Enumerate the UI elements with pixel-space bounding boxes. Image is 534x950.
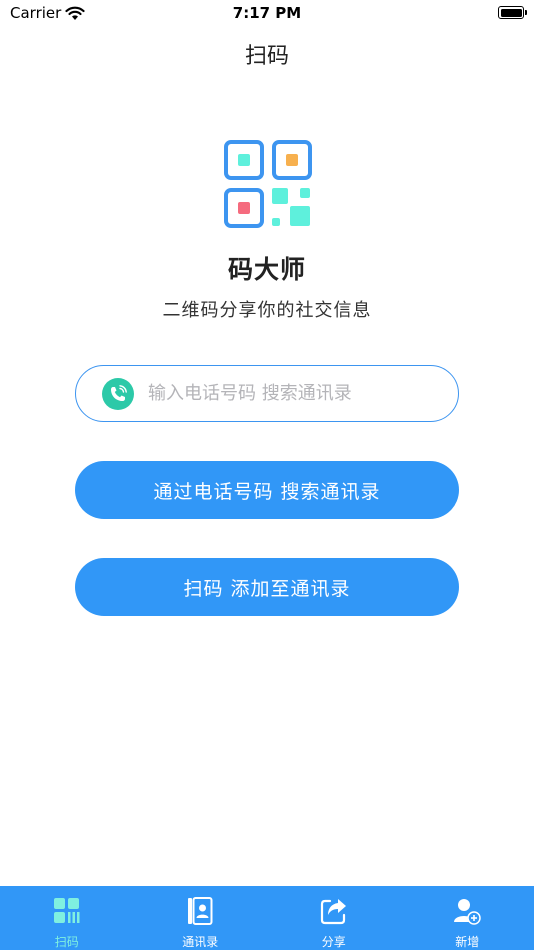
tab-contacts[interactable]: 通讯录 (134, 886, 268, 950)
app-name: 码大师 (227, 255, 306, 284)
tab-add[interactable]: 新增 (401, 886, 534, 950)
tab-label: 新增 (455, 935, 480, 949)
phone-search-field[interactable] (75, 365, 459, 422)
tab-label: 扫码 (54, 935, 79, 949)
tab-bar: 扫码 通讯录 分享 新增 (0, 886, 534, 950)
tab-label: 分享 (321, 935, 346, 949)
app-subtitle: 二维码分享你的社交信息 (162, 300, 372, 321)
search-by-phone-button[interactable]: 通过电话号码 搜索通讯录 (75, 461, 459, 519)
qr-logo-icon (224, 140, 312, 228)
page-title: 扫码 (244, 44, 289, 69)
share-icon (319, 896, 349, 926)
add-user-icon (452, 896, 482, 926)
tab-scan[interactable]: 扫码 (0, 886, 134, 950)
contacts-book-icon (185, 896, 215, 926)
phone-icon (102, 377, 134, 410)
battery-icon (498, 6, 527, 19)
status-time: 7:17 PM (232, 4, 302, 22)
status-bar: Carrier 7:17 PM (0, 0, 534, 28)
qr-scan-icon (52, 896, 82, 926)
scan-add-contact-button[interactable]: 扫码 添加至通讯录 (75, 558, 459, 616)
tab-label: 通讯录 (182, 935, 219, 949)
phone-search-input[interactable] (148, 383, 438, 404)
tab-share[interactable]: 分享 (267, 886, 401, 950)
